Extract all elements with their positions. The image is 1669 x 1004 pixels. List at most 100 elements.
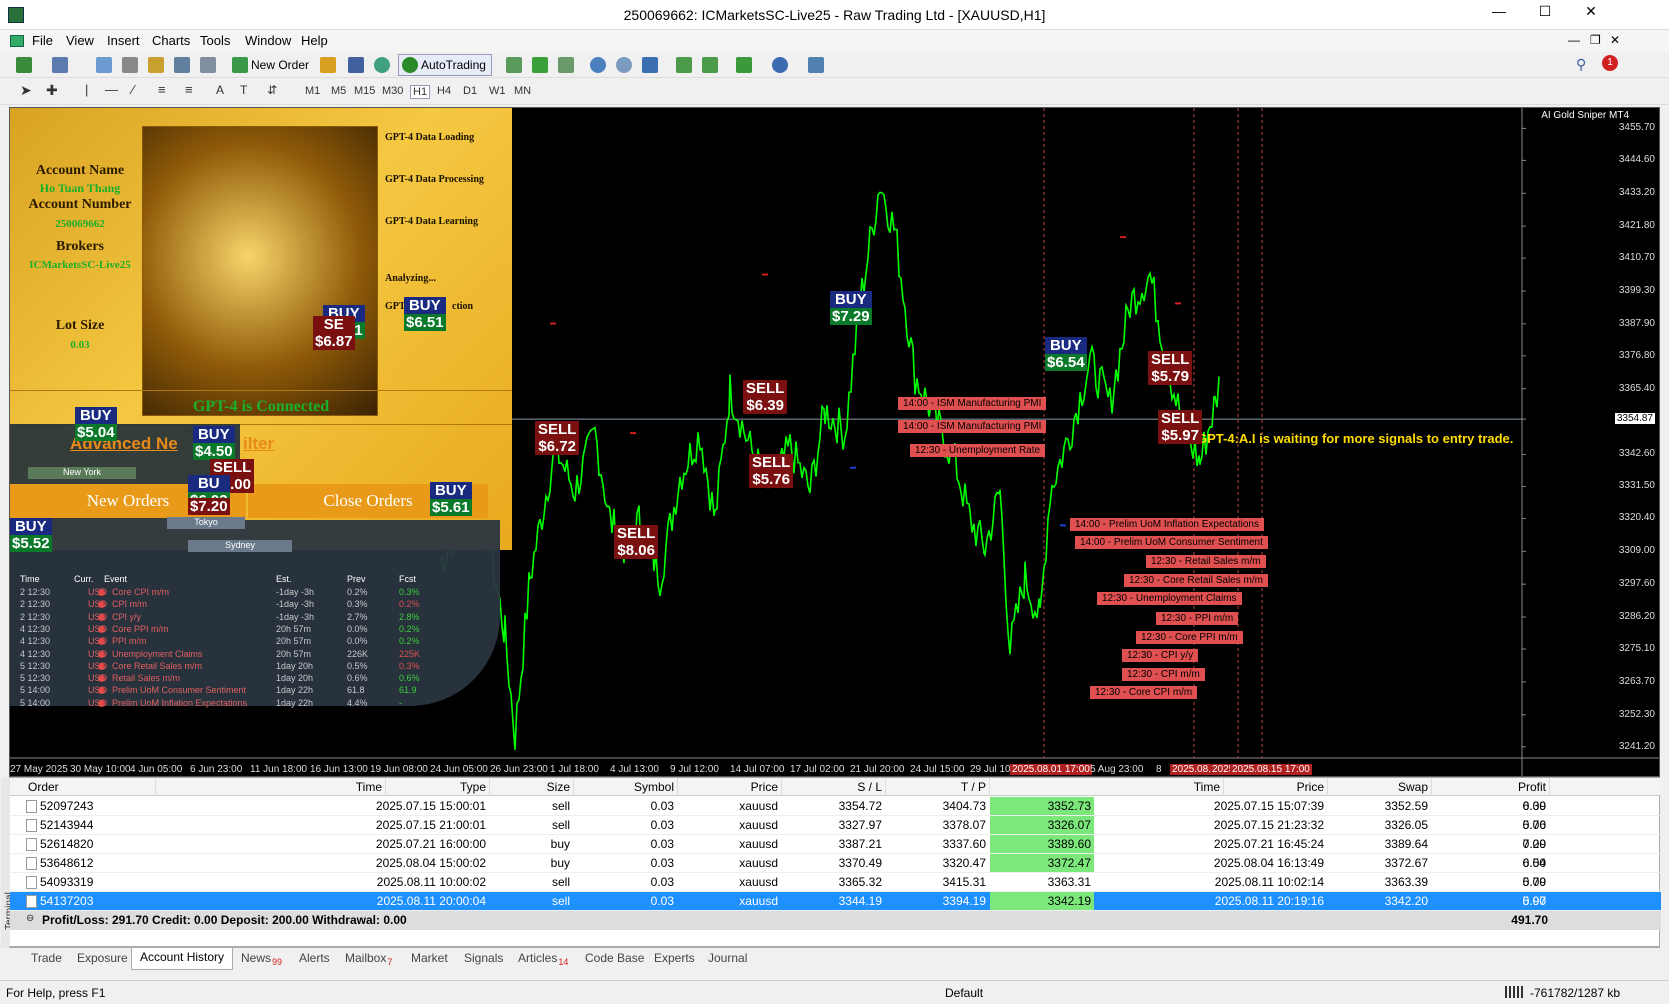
time-tick-label: 19 Jun 08:00	[370, 764, 428, 775]
data-window-icon[interactable]	[122, 57, 138, 73]
terminal-icon[interactable]	[174, 57, 190, 73]
menu-help[interactable]: Help	[301, 33, 328, 48]
tf-m1[interactable]: M1	[305, 85, 320, 97]
indicators-icon[interactable]	[736, 57, 752, 73]
tf-m15[interactable]: M15	[354, 85, 375, 97]
menu-tools[interactable]: Tools	[200, 33, 230, 48]
time-tick-label: 26 Jun 23:00	[490, 764, 548, 775]
child-close-icon[interactable]: ✕	[1610, 33, 1620, 47]
col-order[interactable]: Order	[26, 778, 156, 796]
tf-w1[interactable]: W1	[489, 85, 506, 97]
horizontal-line-icon[interactable]: —	[105, 82, 118, 97]
terminal-tabs: Trade Exposure Account History News99 Alerts…	[9, 947, 1660, 970]
col-open-time[interactable]: Time	[156, 778, 386, 796]
zoom-in-icon[interactable]	[590, 57, 606, 73]
search-icon[interactable]: ⚲	[1576, 56, 1586, 73]
menu-file[interactable]: File	[32, 33, 53, 48]
arrows-icon[interactable]: ⇵	[267, 83, 277, 97]
auto-scroll-icon[interactable]	[702, 57, 718, 73]
menu-view[interactable]: View	[66, 33, 94, 48]
col-profit[interactable]: Profit	[1432, 778, 1550, 796]
cursor-icon[interactable]: ➤	[20, 82, 32, 99]
col-sl[interactable]: S / L	[782, 778, 886, 796]
tab-news[interactable]: News99	[241, 951, 282, 967]
calendar-cell: CPI m/m	[112, 599, 147, 610]
col-price[interactable]: Price	[678, 778, 782, 796]
new-order-button[interactable]: New Order	[251, 58, 309, 72]
profiles-icon[interactable]	[52, 57, 68, 73]
table-row[interactable]: 52614820 2025.07.21 16:00:00 buy 0.03 xauusd…	[10, 835, 1661, 854]
signals-icon[interactable]	[374, 57, 390, 73]
text-icon[interactable]: A	[216, 83, 224, 97]
menu-window[interactable]: Window	[245, 33, 291, 48]
child-minimize-icon[interactable]: —	[1568, 33, 1580, 47]
chart-window[interactable]: AI Gold Sniper MT4 3455.70 3444.60 3433.20…	[9, 107, 1660, 777]
tf-mn[interactable]: MN	[514, 85, 531, 97]
tf-h1[interactable]: H1	[410, 85, 431, 99]
tab-trade[interactable]: Trade	[31, 951, 62, 965]
trendline-icon[interactable]: ∕	[132, 82, 134, 97]
new-order-icon[interactable]	[232, 57, 248, 73]
minimize-button[interactable]: —	[1477, 0, 1521, 22]
tester-icon[interactable]	[200, 57, 216, 73]
child-restore-icon[interactable]: ❐	[1590, 33, 1601, 47]
col-tp[interactable]: T / P	[886, 778, 990, 796]
table-row[interactable]: 52143944 2025.07.15 21:00:01 sell 0.03 xauus…	[10, 816, 1661, 835]
tab-code-base[interactable]: Code Base	[585, 951, 644, 965]
menu-charts[interactable]: Charts	[152, 33, 190, 48]
maximize-button[interactable]: ☐	[1523, 0, 1567, 22]
tab-alerts[interactable]: Alerts	[299, 951, 330, 965]
market-watch-icon[interactable]	[96, 57, 112, 73]
chart-shift-icon[interactable]	[676, 57, 692, 73]
new-chart-icon[interactable]	[16, 57, 32, 73]
account-history-tab-label: Account History	[140, 950, 225, 964]
channel-icon[interactable]: ≡	[158, 82, 166, 97]
tab-account-history[interactable]: Account History	[131, 948, 234, 970]
options-icon[interactable]	[348, 57, 364, 73]
tab-mailbox[interactable]: Mailbox7	[345, 951, 392, 967]
tf-d1[interactable]: D1	[463, 85, 477, 97]
vertical-line-icon[interactable]: |	[85, 82, 88, 97]
col-close-time[interactable]: Time	[990, 778, 1224, 796]
price-tick-label: 3421.80	[1618, 220, 1655, 232]
col-swap[interactable]: Swap	[1328, 778, 1432, 796]
collapse-icon[interactable]: ⊖	[26, 913, 34, 924]
col-size[interactable]: Size	[490, 778, 574, 796]
tile-windows-icon[interactable]	[642, 57, 658, 73]
tab-signals[interactable]: Signals	[464, 951, 503, 965]
tf-m5[interactable]: M5	[331, 85, 346, 97]
calendar-cell: USD	[88, 648, 108, 659]
notification-icon[interactable]: 1	[1602, 55, 1618, 71]
tf-h4[interactable]: H4	[437, 85, 451, 97]
calendar-cell: Prelim UoM Inflation Expectations	[112, 697, 248, 708]
periods-icon[interactable]	[772, 57, 788, 73]
tab-journal[interactable]: Journal	[708, 951, 747, 965]
label-icon[interactable]: T	[240, 83, 247, 97]
navigator-icon[interactable]	[148, 57, 164, 73]
col-symbol[interactable]: Symbol	[574, 778, 678, 796]
templates-icon[interactable]	[808, 57, 824, 73]
crosshair-icon[interactable]: ✚	[46, 82, 58, 99]
metaeditor-icon[interactable]	[320, 57, 336, 73]
order-icon	[26, 876, 37, 889]
table-row[interactable]: 54093319 2025.08.11 10:00:02 sell 0.03 xauus…	[10, 873, 1661, 892]
tf-m30[interactable]: M30	[382, 85, 403, 97]
bar-chart-icon[interactable]	[506, 57, 522, 73]
line-chart-icon[interactable]	[558, 57, 574, 73]
menu-insert[interactable]: Insert	[107, 33, 140, 48]
table-row[interactable]: 54137203 2025.08.11 20:00:04 sell 0.03 xauus…	[10, 892, 1661, 911]
tab-articles[interactable]: Articles14	[518, 951, 568, 967]
tab-experts[interactable]: Experts	[654, 951, 695, 965]
tab-market[interactable]: Market	[411, 951, 448, 965]
col-type[interactable]: Type	[386, 778, 490, 796]
close-button[interactable]: ✕	[1568, 0, 1614, 22]
table-row[interactable]: 53648612 2025.08.04 15:00:02 buy 0.03 xauusd…	[10, 854, 1661, 873]
col-close-price[interactable]: Price	[1224, 778, 1328, 796]
tab-exposure[interactable]: Exposure	[77, 951, 128, 965]
fibonacci-icon[interactable]: ≡	[185, 82, 193, 97]
candlestick-icon[interactable]	[532, 57, 548, 73]
table-row[interactable]: 52097243 2025.07.15 15:00:01 sell 0.03 xauus…	[10, 797, 1661, 816]
table-cell: 3370.49	[838, 856, 882, 870]
auto-trading-icon[interactable]	[402, 57, 418, 73]
zoom-out-icon[interactable]	[616, 57, 632, 73]
